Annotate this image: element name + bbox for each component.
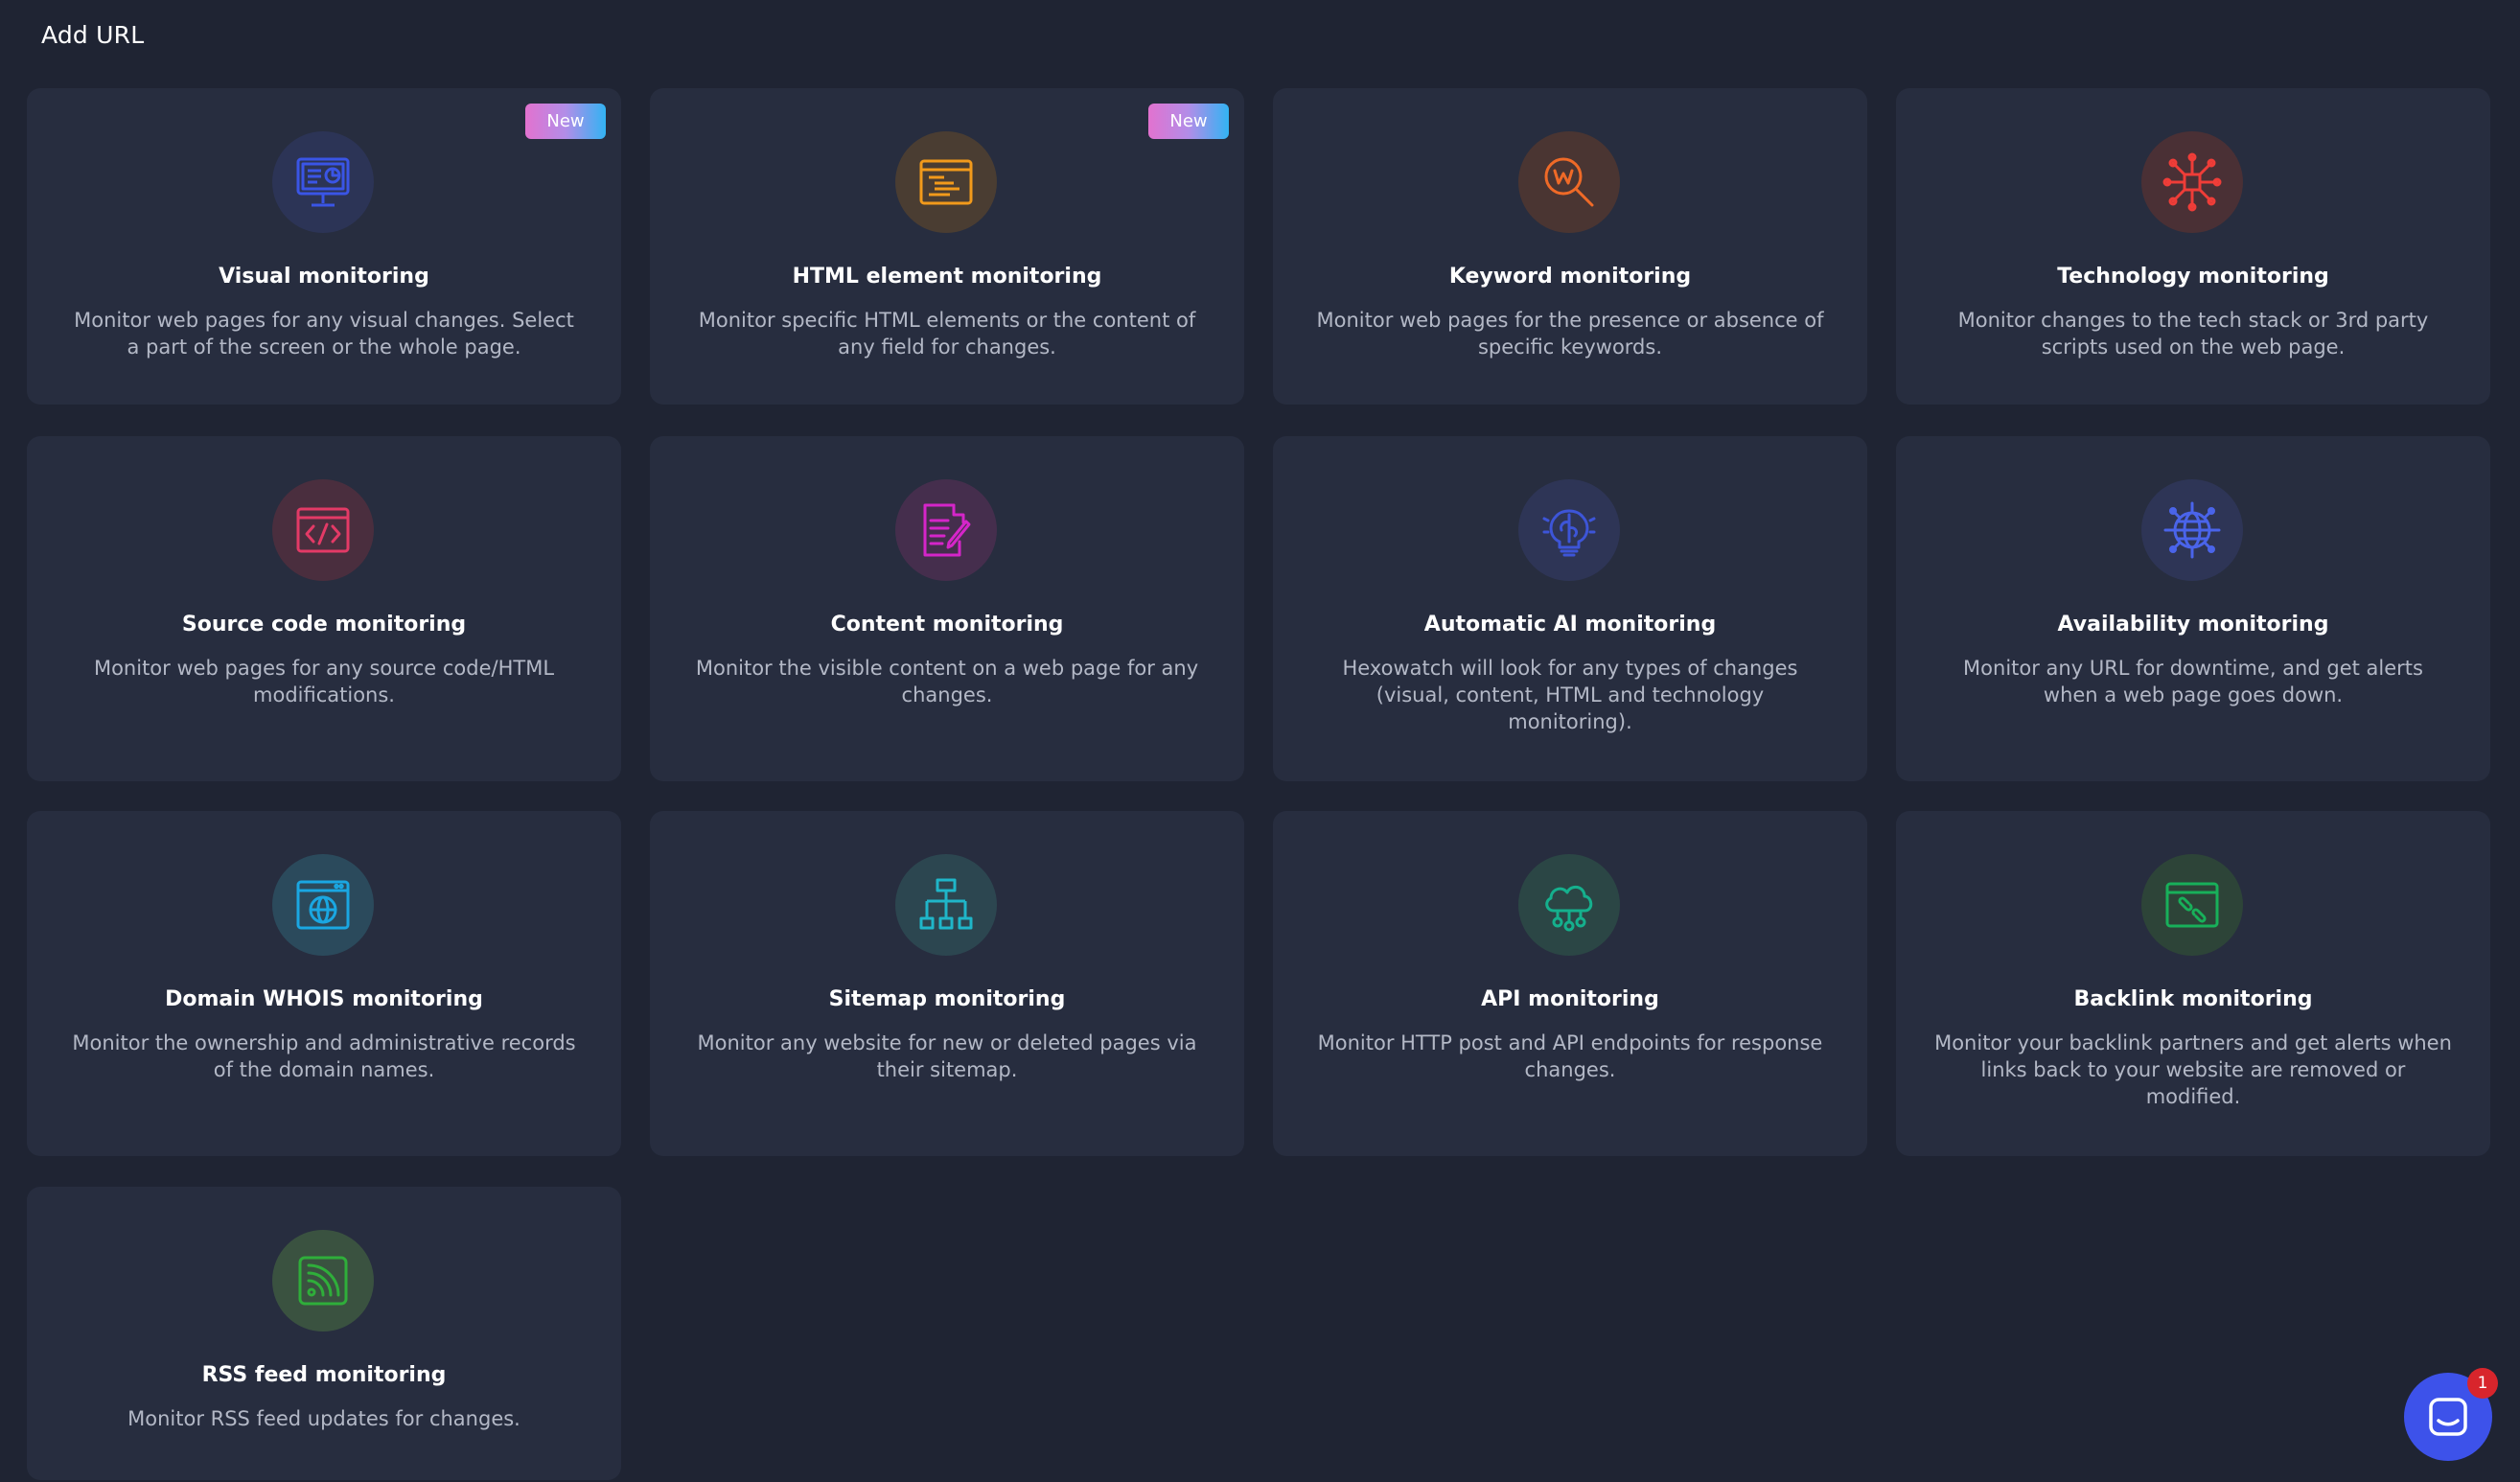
new-badge: New: [525, 104, 606, 139]
sitemap-icon: [895, 854, 997, 956]
source-code-monitoring-card[interactable]: Source code monitoring Monitor web pages…: [27, 436, 621, 781]
content-edit-icon: [895, 479, 997, 581]
card-title: Backlink monitoring: [2073, 987, 2313, 1011]
card-description: Monitor any website for new or deleted p…: [697, 1031, 1197, 1081]
technology-monitoring-card[interactable]: Technology monitoring Monitor changes to…: [1896, 88, 2490, 405]
html-element-icon: [895, 131, 997, 233]
card-description: Monitor RSS feed updates for changes.: [127, 1407, 520, 1430]
card-title: RSS feed monitoring: [201, 1363, 447, 1387]
card-description: Monitor the visible content on a web pag…: [695, 657, 1199, 706]
card-title: Visual monitoring: [219, 265, 429, 289]
new-badge: New: [1148, 104, 1229, 139]
card-description: Monitor HTTP post and API endpoints for …: [1317, 1031, 1823, 1081]
card-title: API monitoring: [1481, 987, 1659, 1011]
card-description: Monitor the ownership and administrative…: [72, 1031, 576, 1081]
sitemap-monitoring-card[interactable]: Sitemap monitoring Monitor any website f…: [650, 811, 1244, 1156]
api-cloud-icon: [1518, 854, 1620, 956]
ai-brain-icon: [1518, 479, 1620, 581]
rss-feed-monitoring-card[interactable]: RSS feed monitoring Monitor RSS feed upd…: [27, 1187, 621, 1480]
card-title: Keyword monitoring: [1448, 265, 1692, 289]
card-description: Monitor your backlink partners and get a…: [1934, 1031, 2452, 1108]
card-title: Technology monitoring: [2057, 265, 2329, 289]
notification-count-badge: 1: [2467, 1368, 2498, 1399]
card-title: Source code monitoring: [181, 613, 467, 637]
monitor-icon: [272, 131, 374, 233]
rss-feed-icon: [272, 1230, 374, 1331]
card-title: Sitemap monitoring: [828, 987, 1066, 1011]
card-description: Monitor web pages for any visual changes…: [74, 309, 574, 359]
card-title: HTML element monitoring: [792, 265, 1102, 289]
chat-icon: [2429, 1398, 2467, 1436]
visual-monitoring-card[interactable]: New Visual monitoring Monitor web pages …: [27, 88, 621, 405]
keyword-search-icon: [1518, 131, 1620, 233]
card-title: Domain WHOIS monitoring: [165, 987, 483, 1011]
api-monitoring-card[interactable]: API monitoring Monitor HTTP post and API…: [1273, 811, 1867, 1156]
page-title: Add URL: [41, 21, 145, 49]
card-description: Monitor web pages for any source code/HT…: [93, 657, 555, 706]
card-description: Monitor any URL for downtime, and get al…: [1963, 657, 2423, 706]
card-description: Monitor specific HTML elements or the co…: [698, 309, 1196, 359]
card-title: Availability monitoring: [2057, 613, 2329, 637]
globe-network-icon: [2141, 479, 2243, 581]
automatic-ai-monitoring-card[interactable]: Automatic AI monitoring Hexowatch will l…: [1273, 436, 1867, 781]
html-element-monitoring-card[interactable]: New HTML element monitoring Monitor spec…: [650, 88, 1244, 405]
keyword-monitoring-card[interactable]: Keyword monitoring Monitor web pages for…: [1273, 88, 1867, 405]
card-title: Automatic AI monitoring: [1423, 613, 1717, 637]
backlink-monitoring-card[interactable]: Backlink monitoring Monitor your backlin…: [1896, 811, 2490, 1156]
backlink-icon: [2141, 854, 2243, 956]
domain-whois-monitoring-card[interactable]: Domain WHOIS monitoring Monitor the owne…: [27, 811, 621, 1156]
card-description: Monitor web pages for the presence or ab…: [1316, 309, 1824, 359]
content-monitoring-card[interactable]: Content monitoring Monitor the visible c…: [650, 436, 1244, 781]
card-description: Hexowatch will look for any types of cha…: [1342, 657, 1798, 733]
card-title: Content monitoring: [830, 613, 1064, 637]
technology-icon: [2141, 131, 2243, 233]
card-description: Monitor changes to the tech stack or 3rd…: [1957, 309, 2429, 359]
domain-whois-icon: [272, 854, 374, 956]
availability-monitoring-card[interactable]: Availability monitoring Monitor any URL …: [1896, 436, 2490, 781]
source-code-icon: [272, 479, 374, 581]
